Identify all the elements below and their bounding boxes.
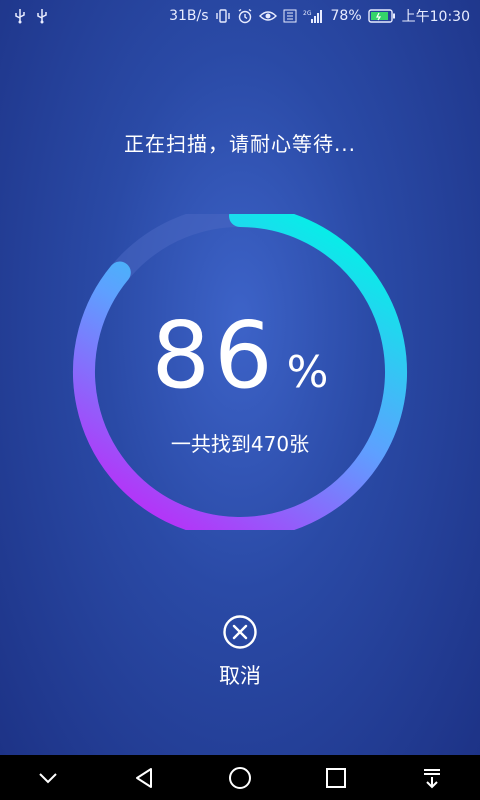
back-icon[interactable] <box>114 755 174 800</box>
status-bar: 31B/s 2G 78% 上午10:30 <box>0 0 480 32</box>
close-circle-icon[interactable] <box>222 614 258 654</box>
found-count: 一共找到470张 <box>170 432 310 456</box>
usb-icon <box>14 8 26 24</box>
percent-sign: % <box>286 347 329 398</box>
alarm-icon <box>237 8 253 24</box>
navigation-bar <box>0 755 480 800</box>
recents-icon[interactable] <box>306 755 366 800</box>
cancel-button[interactable]: 取消 <box>190 614 290 694</box>
progress-ring: 86 % 一共找到470张 <box>72 214 408 530</box>
signal-icon: 2G <box>303 8 325 24</box>
percent-display: 86 % <box>72 310 408 402</box>
notification-pull-icon[interactable] <box>402 755 462 800</box>
network-speed: 31B/s <box>169 8 209 24</box>
eye-icon <box>258 9 277 23</box>
status-right: 31B/s 2G 78% 上午10:30 <box>169 6 480 26</box>
battery-percent: 78% <box>330 8 362 24</box>
chevron-down-icon[interactable] <box>18 755 78 800</box>
battery-icon <box>367 9 396 23</box>
home-icon[interactable] <box>210 755 270 800</box>
cancel-label[interactable]: 取消 <box>219 660 261 690</box>
status-left <box>0 8 48 24</box>
usb-icon <box>36 8 48 24</box>
scan-message: 正在扫描，请耐心等待... <box>123 132 357 156</box>
vibrate-icon <box>215 8 231 24</box>
network-type: 2G <box>303 10 312 17</box>
clock: 上午10:30 <box>401 9 470 25</box>
percent-value: 86 <box>151 302 277 409</box>
data-icon <box>283 8 297 24</box>
